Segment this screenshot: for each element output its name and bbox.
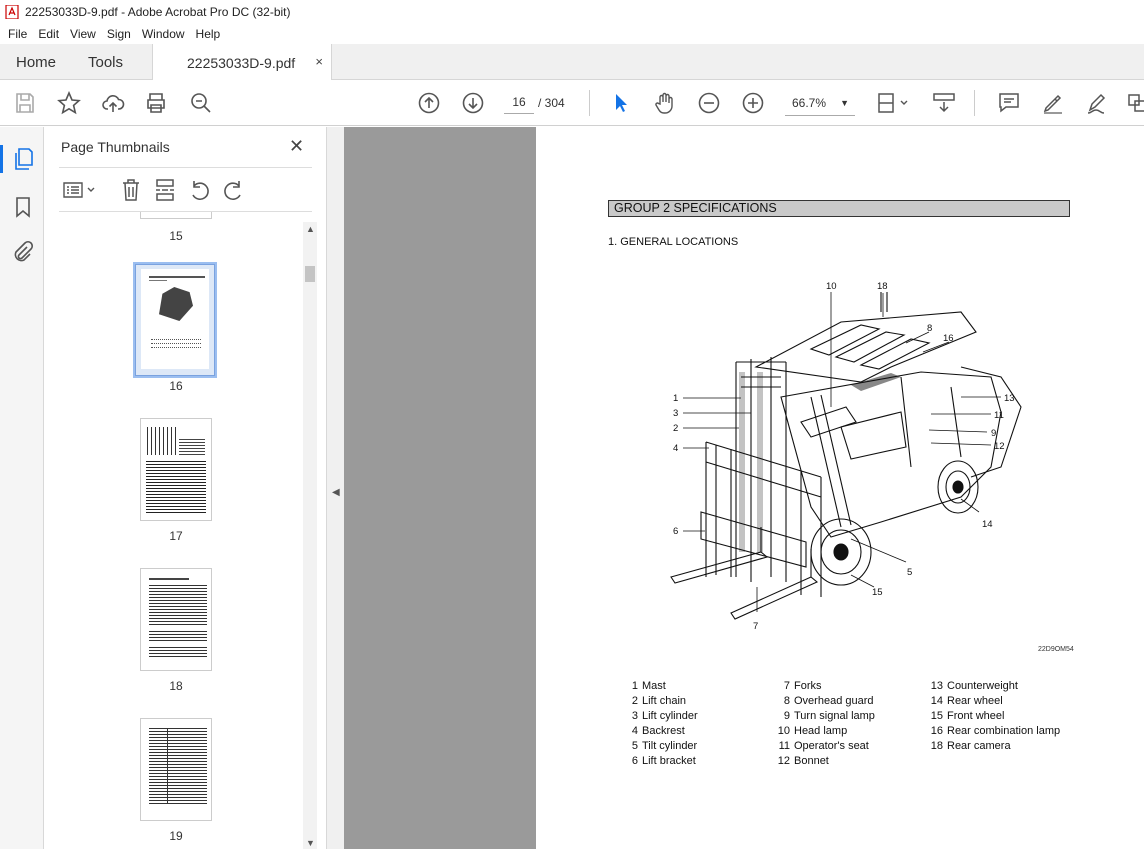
tab-document-label: 22253033D-9.pdf — [187, 54, 296, 71]
menu-sign[interactable]: Sign — [107, 27, 131, 41]
scroll-mode-icon[interactable] — [932, 91, 956, 115]
callout-16: 16 — [943, 333, 954, 344]
zoom-out-icon[interactable] — [697, 91, 721, 115]
callout-5: 5 — [907, 567, 912, 578]
bookmarks-icon[interactable] — [11, 195, 35, 219]
scroll-up-icon[interactable]: ▲ — [306, 224, 315, 234]
select-arrow-icon[interactable] — [609, 91, 633, 115]
highlight-pen-icon[interactable] — [1041, 91, 1065, 115]
title-bar: 22253033D-9.pdf - Adobe Acrobat Pro DC (… — [0, 0, 1144, 24]
page-number-input[interactable]: 16 — [504, 90, 534, 114]
previous-page-icon[interactable] — [417, 91, 441, 115]
panel-title: Page Thumbnails — [61, 139, 170, 155]
thumbnail-label: 16 — [169, 379, 183, 393]
callout-4: 4 — [673, 443, 678, 454]
scroll-down-icon[interactable]: ▼ — [306, 838, 315, 848]
callout-11: 11 — [994, 410, 1004, 421]
thumbnail-label: 15 — [169, 229, 183, 243]
thumbnail-label: 17 — [169, 529, 183, 543]
callout-15: 15 — [872, 587, 883, 598]
upload-cloud-icon[interactable] — [101, 91, 125, 115]
callout-13: 13 — [1004, 393, 1015, 404]
window-title: 22253033D-9.pdf - Adobe Acrobat Pro DC (… — [25, 5, 291, 19]
next-page-icon[interactable] — [461, 91, 485, 115]
group-title: GROUP 2 SPECIFICATIONS — [608, 200, 1070, 217]
thumbnail-page[interactable] — [140, 212, 212, 219]
page-fit-icon[interactable] — [876, 91, 910, 115]
menu-window[interactable]: Window — [142, 27, 185, 41]
tab-document[interactable]: 22253033D-9.pdf × — [152, 44, 332, 81]
menu-edit[interactable]: Edit — [38, 27, 59, 41]
comment-icon[interactable] — [997, 91, 1021, 115]
options-menu-icon[interactable] — [62, 179, 98, 201]
legend: 1 Mast 2 Lift chain 3 Lift cylinder 4 Backre… — [631, 680, 1061, 767]
thumbnail-label: 18 — [169, 679, 183, 693]
callout-12: 12 — [994, 441, 1005, 452]
close-icon[interactable]: ✕ — [289, 136, 304, 157]
callout-6: 6 — [673, 526, 678, 537]
extract-page-icon[interactable] — [154, 178, 176, 202]
fill-sign-icon[interactable] — [1085, 91, 1109, 115]
callout-10: 10 — [826, 281, 837, 292]
page-total: / 304 — [538, 96, 565, 110]
thumbnail-label: 19 — [169, 829, 183, 843]
save-icon[interactable] — [13, 91, 37, 115]
thumbnail-page[interactable] — [140, 418, 212, 521]
callout-3: 3 — [673, 408, 678, 419]
zoom-select[interactable]: 66.7% ▼ — [785, 90, 855, 116]
rotate-right-icon[interactable] — [223, 178, 245, 202]
rotate-left-icon[interactable] — [188, 178, 210, 202]
tab-tools[interactable]: Tools — [88, 44, 123, 80]
callout-7: 7 — [753, 621, 758, 632]
acrobat-pdf-icon — [5, 5, 19, 19]
document-viewer: GROUP 2 SPECIFICATIONS 1. GENERAL LOCATI… — [344, 127, 1144, 849]
tab-home[interactable]: Home — [16, 44, 56, 80]
callout-2: 2 — [673, 423, 678, 434]
left-rail — [0, 127, 44, 849]
bookmark-star-icon[interactable] — [57, 90, 81, 115]
scrollbar-thumb[interactable] — [305, 266, 315, 282]
chevron-down-icon: ▼ — [840, 98, 849, 108]
forklift-figure: 10 18 8 16 1 3 2 4 13 11 9 12 6 14 5 15 … — [670, 281, 1022, 632]
tab-bar: Home Tools 22253033D-9.pdf × — [0, 44, 1144, 81]
hand-tool-icon[interactable] — [653, 91, 677, 115]
thumbnail-page[interactable] — [140, 718, 212, 821]
menu-file[interactable]: File — [8, 27, 27, 41]
attachments-icon[interactable] — [11, 240, 35, 264]
menu-help[interactable]: Help — [196, 27, 221, 41]
thumbnail-page-selected[interactable] — [133, 262, 217, 378]
section-title: 1. GENERAL LOCATIONS — [608, 236, 739, 248]
callout-18: 18 — [877, 281, 888, 292]
delete-page-icon[interactable] — [120, 178, 142, 202]
callout-9: 9 — [991, 428, 996, 439]
tab-close-icon[interactable]: × — [315, 54, 323, 69]
more-tools-icon[interactable] — [1125, 91, 1144, 115]
thumbnail-page[interactable] — [140, 568, 212, 671]
pdf-page: GROUP 2 SPECIFICATIONS 1. GENERAL LOCATI… — [536, 127, 1144, 849]
thumbnail-list: 15 16 17 18 19 — [59, 212, 303, 849]
zoom-in-icon[interactable] — [741, 91, 765, 115]
print-icon[interactable] — [144, 91, 168, 115]
collapse-panel-icon[interactable]: ◀ — [332, 487, 340, 498]
callout-1: 1 — [673, 393, 678, 404]
callout-14: 14 — [982, 519, 993, 530]
thumbnail-toolbar — [59, 175, 312, 205]
main-toolbar — [0, 80, 1144, 126]
menu-view[interactable]: View — [70, 27, 96, 41]
callout-8: 8 — [927, 323, 932, 334]
find-zoom-icon[interactable] — [189, 91, 213, 115]
figure-code: 22D9OM54 — [1038, 646, 1074, 653]
menu-bar: File Edit View Sign Window Help — [0, 24, 1144, 44]
zoom-value: 66.7% — [792, 95, 827, 110]
page-thumbnails-icon[interactable] — [11, 147, 35, 171]
page-thumbnails-panel: Page Thumbnails ✕ 15 16 17 18 19 — [45, 127, 326, 849]
panel-splitter[interactable]: ◀ — [326, 127, 344, 849]
thumbnail-scrollbar[interactable]: ▲ ▼ — [303, 222, 317, 849]
